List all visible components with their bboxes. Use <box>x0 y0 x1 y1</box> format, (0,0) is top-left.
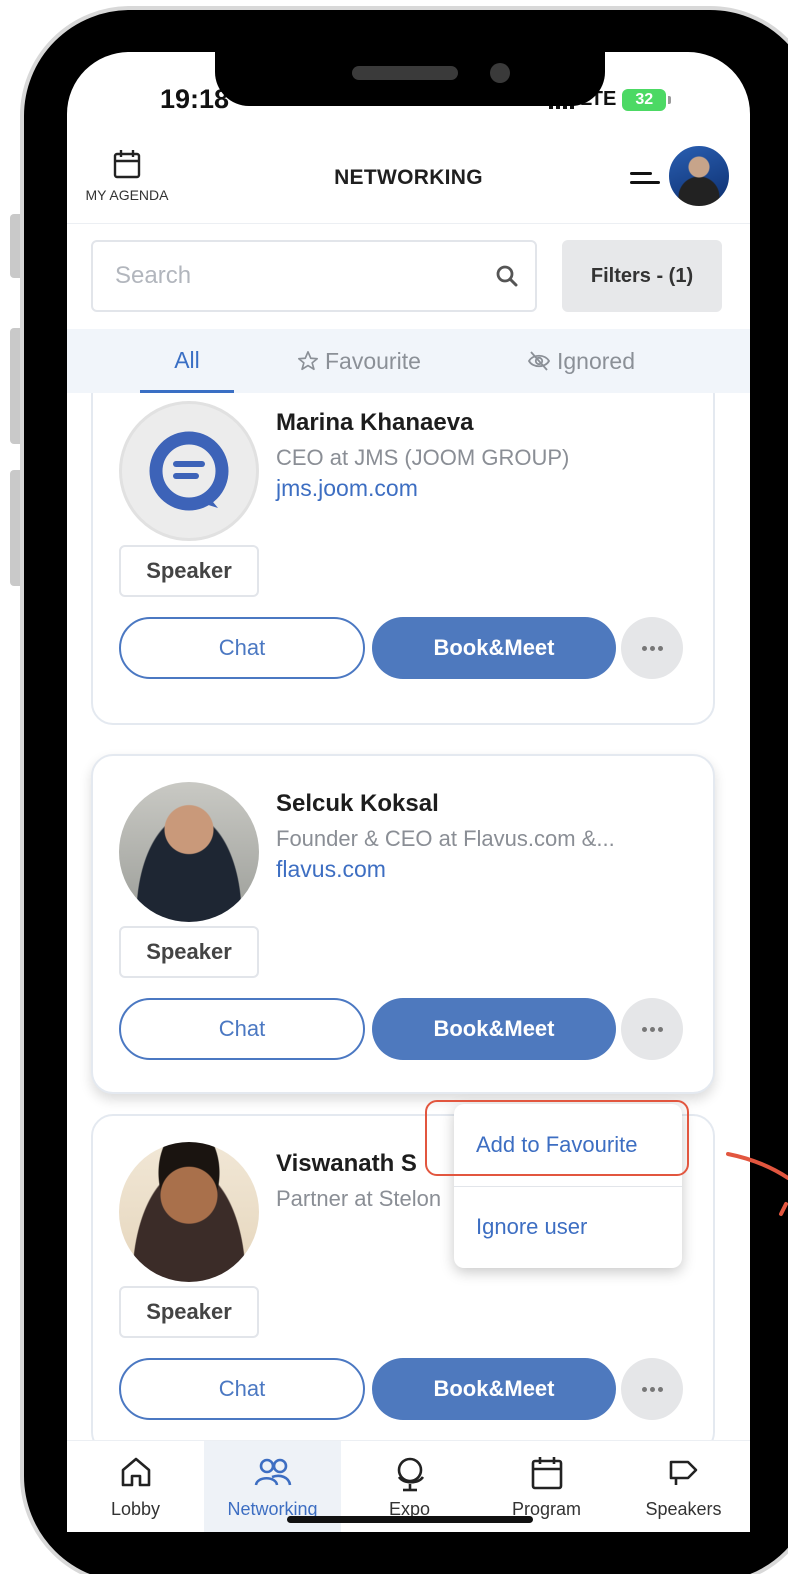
star-icon <box>298 351 318 371</box>
chat-button[interactable]: Chat <box>119 1358 365 1420</box>
person-name: Marina Khanaeva <box>276 409 474 436</box>
annotation-highlight <box>425 1100 689 1176</box>
person-role: Founder & CEO at Flavus.com &... <box>276 826 615 851</box>
user-avatar[interactable] <box>667 144 731 208</box>
search-icon[interactable] <box>495 264 519 288</box>
book-meet-button[interactable]: Book&Meet <box>372 998 616 1060</box>
tab-ignored[interactable]: Ignored <box>527 329 635 393</box>
menu-icon[interactable] <box>630 172 660 190</box>
person-website[interactable]: jms.joom.com <box>276 475 418 502</box>
globe-icon <box>397 1457 424 1492</box>
home-indicator <box>287 1516 533 1523</box>
person-photo <box>119 782 259 922</box>
app-header: MY AGENDA NETWORKING <box>67 142 750 224</box>
tab-ignored-label: Ignored <box>557 348 636 374</box>
person-photo <box>119 1142 259 1282</box>
person-card: Selcuk Koksal Founder & CEO at Flavus.co… <box>91 754 715 1094</box>
search-input[interactable] <box>115 242 475 310</box>
annotation-arrow <box>726 1152 788 1216</box>
calendar-icon <box>531 1457 562 1490</box>
tab-all-label: All <box>174 346 200 373</box>
battery-icon: 32 <box>622 88 672 111</box>
person-role: CEO at JMS (JOOM GROUP) <box>276 445 570 470</box>
nav-speakers-label: Speakers <box>645 1499 722 1519</box>
person-name: Selcuk Koksal <box>276 790 439 817</box>
megaphone-icon <box>669 1460 697 1485</box>
speaker-badge: Speaker <box>119 1286 259 1338</box>
front-camera <box>490 63 510 83</box>
person-card: Marina Khanaeva CEO at JMS (JOOM GROUP) … <box>91 393 715 725</box>
company-logo <box>119 401 259 541</box>
person-website[interactable]: flavus.com <box>276 856 386 883</box>
chat-button[interactable]: Chat <box>119 617 365 679</box>
eye-off-icon <box>527 351 551 371</box>
filter-tabs: All Favourite Ignored <box>67 329 750 393</box>
chat-button[interactable]: Chat <box>119 998 365 1060</box>
speaker-badge: Speaker <box>119 926 259 978</box>
app-screen: 19:18 LTE 32 MY AGENDA NETWORKING Filt <box>67 52 750 1532</box>
book-meet-button[interactable]: Book&Meet <box>372 617 616 679</box>
tab-favourite-label: Favourite <box>325 348 421 374</box>
nav-lobby[interactable]: Lobby <box>67 1441 204 1532</box>
search-box <box>91 240 537 312</box>
more-options-button[interactable] <box>621 1358 683 1420</box>
more-options-button[interactable] <box>621 998 683 1060</box>
chat-logo-icon <box>149 431 229 511</box>
people-icon <box>254 1458 291 1486</box>
speaker-badge: Speaker <box>119 545 259 597</box>
ignore-user-option[interactable]: Ignore user <box>476 1214 587 1240</box>
filters-button[interactable]: Filters - (1) <box>562 240 722 312</box>
nav-lobby-label: Lobby <box>110 1499 161 1519</box>
tab-all[interactable]: All <box>140 329 234 393</box>
phone-notch <box>215 52 605 106</box>
nav-speakers[interactable]: Speakers <box>615 1441 750 1532</box>
more-options-button[interactable] <box>621 617 683 679</box>
book-meet-button[interactable]: Book&Meet <box>372 1358 616 1420</box>
people-list: Marina Khanaeva CEO at JMS (JOOM GROUP) … <box>67 393 750 1440</box>
home-icon <box>121 1457 150 1487</box>
person-role: Partner at Stelon <box>276 1186 442 1211</box>
dropdown-divider <box>454 1186 682 1187</box>
person-name: Viswanath S <box>276 1150 417 1177</box>
tab-favourite[interactable]: Favourite <box>297 329 421 393</box>
notch-speaker <box>352 66 458 80</box>
